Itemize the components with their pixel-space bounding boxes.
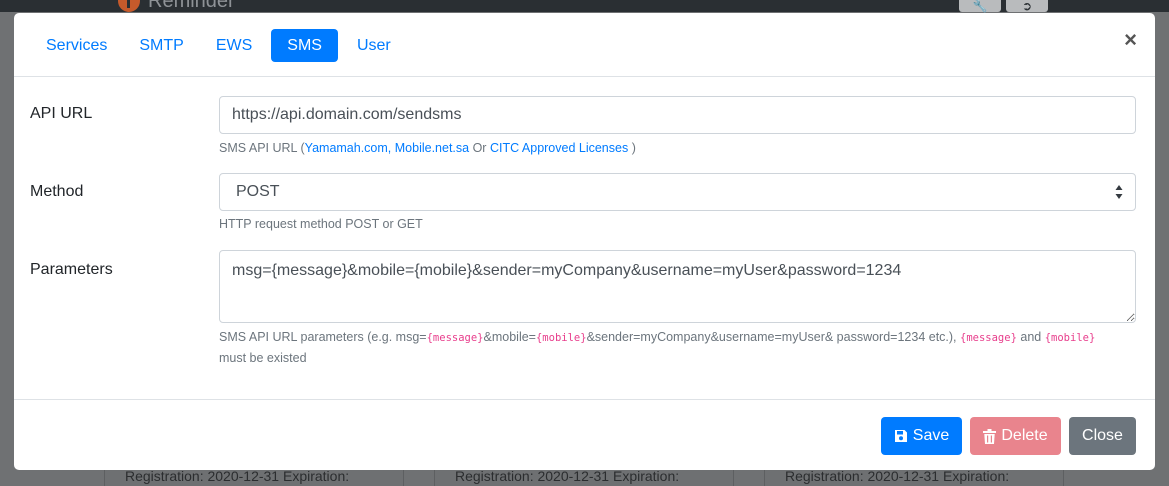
card-text: Registration: 2020-12-31 Expiration:: [125, 468, 350, 484]
settings-modal: Services SMTP EWS SMS User × API URL SMS…: [14, 13, 1155, 470]
message-placeholder-code: {message}: [960, 332, 1017, 344]
trash-icon: [983, 428, 997, 444]
floppy-disk-icon: [894, 430, 907, 442]
citc-licenses-link[interactable]: CITC Approved Licenses: [490, 141, 628, 155]
parameters-help-text: must be existed: [219, 351, 307, 365]
close-label: Close: [1082, 427, 1123, 444]
close-icon[interactable]: ×: [1124, 29, 1137, 51]
mobile-placeholder-code: {mobile}: [1044, 332, 1096, 344]
modal-header: Services SMTP EWS SMS User ×: [14, 13, 1155, 77]
mobile-placeholder-code: {mobile}: [535, 332, 587, 344]
parameters-help-text: and: [1016, 330, 1045, 344]
app-logo-icon: [118, 0, 140, 12]
api-url-help-mid: Or: [469, 141, 490, 155]
api-url-help-prefix: SMS API URL (: [219, 141, 305, 155]
message-placeholder-code: {message}: [426, 332, 484, 344]
save-button[interactable]: Save: [881, 417, 962, 455]
modal-footer: Save Delete Close: [14, 399, 1155, 470]
delete-button[interactable]: Delete: [970, 417, 1061, 455]
method-selected-value: POST: [236, 183, 280, 200]
parameters-help: SMS API URL parameters (e.g. msg={messag…: [219, 327, 1139, 368]
card-text: Registration: 2020-12-31 Expiration:: [455, 468, 680, 484]
close-button[interactable]: Close: [1069, 417, 1136, 455]
api-url-input[interactable]: [219, 96, 1136, 134]
card-text: Registration: 2020-12-31 Expiration:: [785, 468, 1010, 484]
method-select[interactable]: POST: [219, 173, 1136, 211]
tab-services[interactable]: Services: [33, 29, 120, 62]
parameters-help-text: SMS API URL parameters (e.g. msg=: [219, 330, 427, 344]
delete-label: Delete: [1001, 427, 1048, 444]
tab-sms[interactable]: SMS: [271, 29, 338, 62]
parameters-textarea[interactable]: msg={message}&mobile={mobile}&sender=myC…: [219, 250, 1136, 323]
save-label: Save: [912, 427, 950, 444]
api-url-help: SMS API URL (Yamamah.com, Mobile.net.sa …: [219, 138, 1139, 158]
wrench-icon: 🔧: [959, 0, 1001, 12]
api-url-help-suffix: ): [628, 141, 636, 155]
select-arrows-icon: [1115, 185, 1123, 199]
settings-tabs: Services SMTP EWS SMS User: [33, 29, 410, 62]
method-label: Method: [30, 183, 84, 200]
parameters-label: Parameters: [30, 261, 113, 278]
api-url-label: API URL: [30, 105, 93, 122]
tab-smtp[interactable]: SMTP: [126, 29, 196, 62]
yamamah-mobile-link[interactable]: Yamamah.com, Mobile.net.sa: [305, 141, 469, 155]
app-title: Reminder: [148, 0, 235, 12]
parameters-help-text: &sender=myCompany&username=myUser& passw…: [586, 330, 960, 344]
tab-user[interactable]: User: [344, 29, 404, 62]
method-help: HTTP request method POST or GET: [219, 217, 423, 231]
app-brand: Reminder: [118, 0, 235, 12]
parameters-help-text: &mobile=: [483, 330, 536, 344]
logout-icon: ➲: [1006, 0, 1048, 12]
tab-ews[interactable]: EWS: [203, 29, 265, 62]
